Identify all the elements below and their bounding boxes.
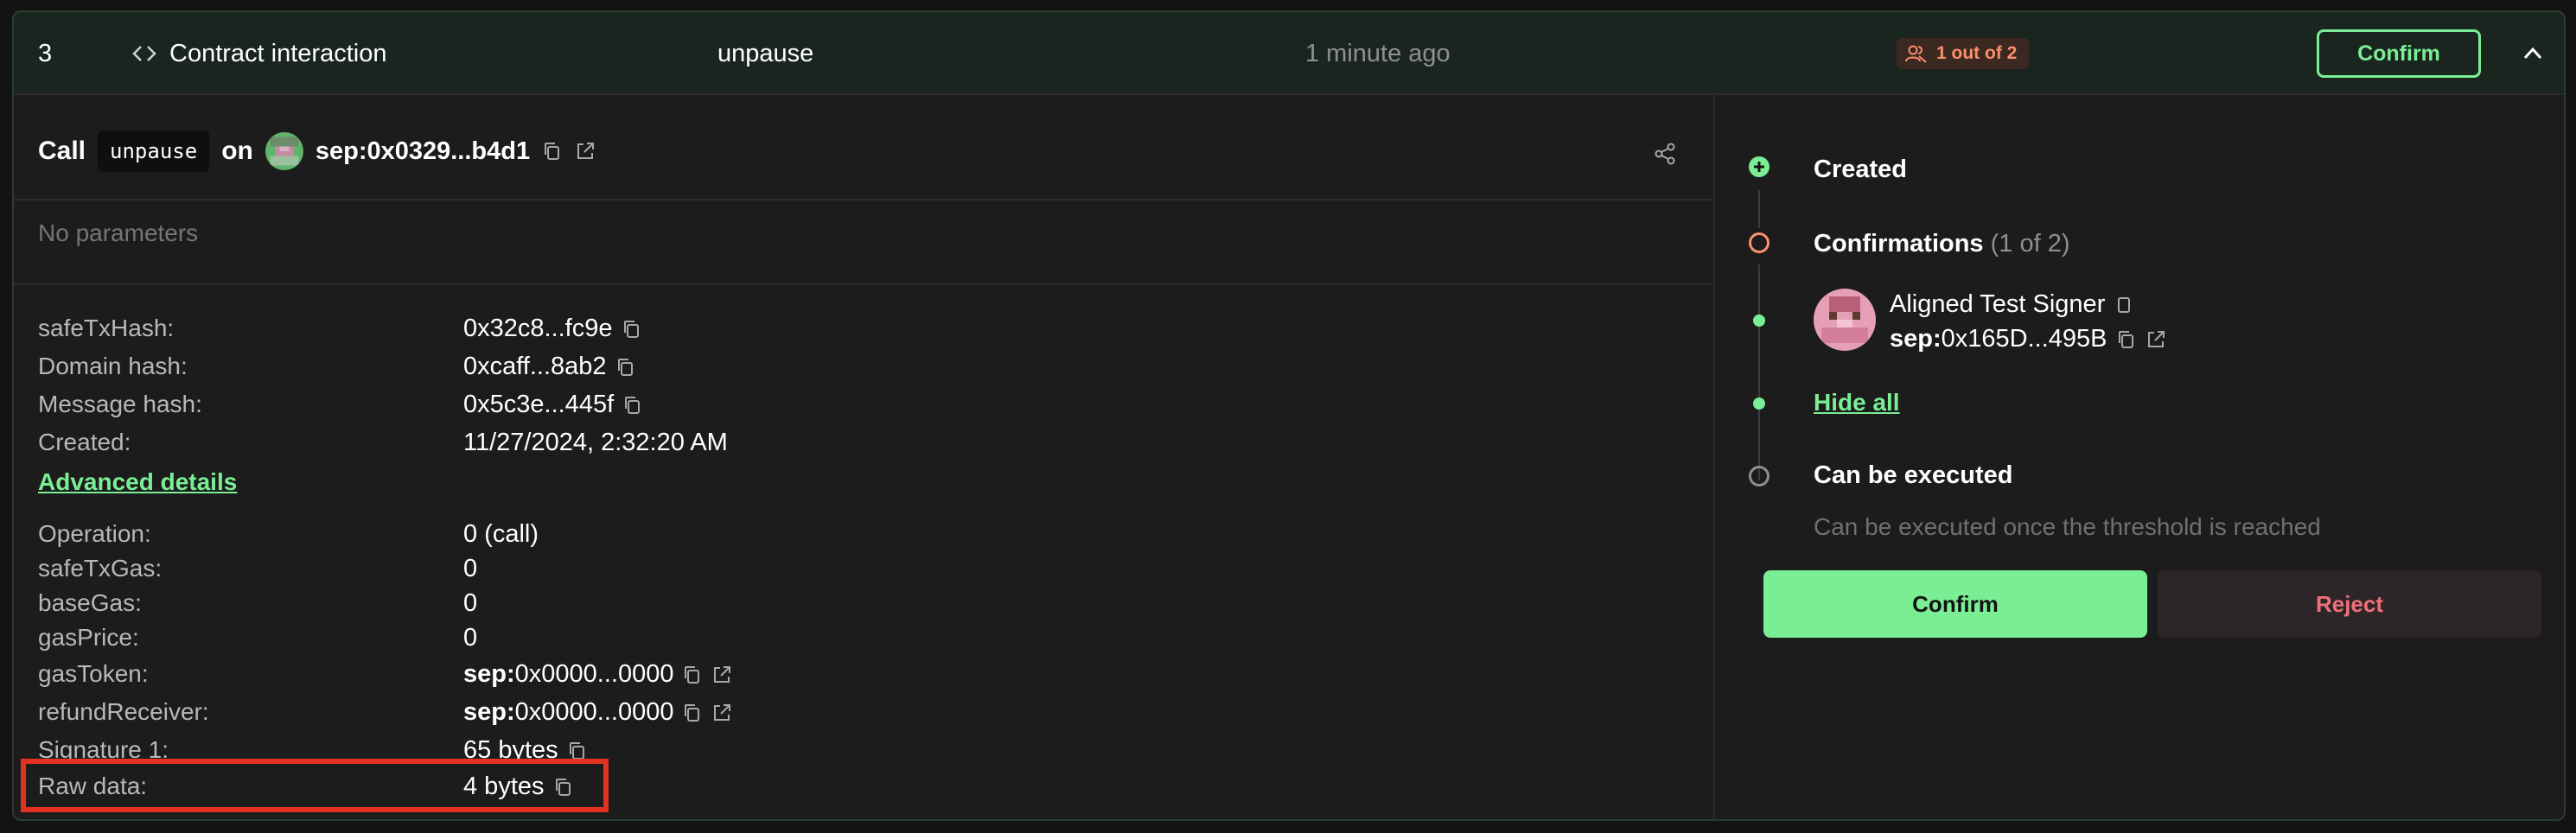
signer-dot-icon bbox=[1753, 315, 1765, 327]
detail-label: refundReceiver: bbox=[38, 698, 209, 725]
share-icon[interactable] bbox=[1653, 142, 1677, 166]
detail-label: Raw data: bbox=[38, 773, 148, 799]
inactive-circle-icon bbox=[1749, 466, 1769, 486]
step-confirmations: Confirmations (1 of 2) bbox=[1814, 230, 2070, 258]
copy-icon[interactable] bbox=[615, 357, 636, 378]
status-timeline: Created Confirmations (1 of 2) Aligned T… bbox=[1715, 95, 2564, 819]
created-value: 11/27/2024, 2:32:20 AM bbox=[463, 429, 728, 456]
copy-icon[interactable] bbox=[567, 741, 588, 761]
contract-avatar bbox=[265, 132, 303, 170]
signer-avatar bbox=[1814, 289, 1876, 351]
safe-tx-hash-value: 0x32c8...fc9e bbox=[463, 315, 642, 343]
badge-label: 1 out of 2 bbox=[1936, 43, 2018, 63]
operation-value: 0 (call) bbox=[463, 520, 539, 548]
timeline-connector bbox=[1758, 264, 1760, 480]
contract-address: sep:0x0329...b4d1 bbox=[315, 137, 531, 165]
copy-icon[interactable] bbox=[682, 703, 703, 723]
copy-icon[interactable] bbox=[682, 664, 703, 685]
method-pill: unpause bbox=[98, 130, 210, 172]
created-check-icon bbox=[1749, 156, 1769, 177]
call-summary: Call unpause on sep:0x0329...b4d1 bbox=[38, 130, 596, 173]
transaction-card: 3 Contract interaction unpause 1 minute … bbox=[12, 10, 2566, 821]
tx-time: 1 minute ago bbox=[1305, 40, 1451, 67]
raw-data-value: 4 bytes bbox=[463, 773, 574, 801]
detail-label: gasToken: bbox=[38, 660, 149, 687]
external-link-icon[interactable] bbox=[575, 141, 596, 162]
code-icon bbox=[132, 46, 156, 61]
copy-icon[interactable] bbox=[542, 141, 563, 162]
call-on: on bbox=[221, 137, 253, 165]
copy-icon[interactable] bbox=[2114, 295, 2134, 315]
refund-receiver-value: sep:0x0000...0000 bbox=[463, 698, 732, 727]
domain-hash-value: 0xcaff...8ab2 bbox=[463, 353, 636, 381]
advanced-details-link[interactable]: Advanced details bbox=[38, 468, 237, 496]
header-confirm-button[interactable]: Confirm bbox=[2317, 29, 2481, 78]
detail-label: Domain hash: bbox=[38, 353, 188, 379]
detail-label: safeTxGas: bbox=[38, 555, 163, 582]
transaction-details: Call unpause on sep:0x0329...b4d1 No par… bbox=[14, 95, 1713, 819]
tx-method: unpause bbox=[717, 40, 814, 67]
pending-circle-icon bbox=[1749, 232, 1769, 253]
detail-label: Created: bbox=[38, 429, 131, 455]
tx-type-label: Contract interaction bbox=[169, 40, 387, 67]
confirm-button[interactable]: Confirm bbox=[1763, 570, 2147, 638]
copy-icon[interactable] bbox=[622, 395, 643, 416]
no-parameters-text: No parameters bbox=[38, 219, 199, 246]
detail-label: Operation: bbox=[38, 520, 151, 547]
copy-icon[interactable] bbox=[553, 777, 574, 798]
step-created: Created bbox=[1814, 156, 1907, 183]
message-hash-value: 0x5c3e...445f bbox=[463, 391, 643, 419]
detail-label: gasPrice: bbox=[38, 624, 139, 651]
copy-icon[interactable] bbox=[2116, 329, 2137, 350]
tx-nonce: 3 bbox=[38, 40, 53, 67]
gas-price-value: 0 bbox=[463, 624, 478, 652]
call-prefix: Call bbox=[38, 137, 86, 165]
external-link-icon[interactable] bbox=[711, 703, 732, 723]
hide-all-link[interactable]: Hide all bbox=[1814, 389, 1900, 416]
external-link-icon[interactable] bbox=[2146, 329, 2166, 350]
signer-address: sep:0x165D...495B bbox=[1890, 325, 2166, 353]
signers-icon bbox=[1905, 45, 1927, 63]
hide-all-dot-icon bbox=[1753, 397, 1765, 410]
divider bbox=[14, 283, 1713, 285]
detail-label: baseGas: bbox=[38, 589, 142, 616]
step-can-be-executed: Can be executed bbox=[1814, 461, 2013, 489]
execution-note: Can be executed once the threshold is re… bbox=[1814, 513, 2321, 540]
base-gas-value: 0 bbox=[463, 589, 478, 617]
gas-token-value: sep:0x0000...0000 bbox=[463, 660, 732, 689]
safe-tx-gas-value: 0 bbox=[463, 555, 478, 582]
external-link-icon[interactable] bbox=[711, 664, 732, 685]
detail-label: Message hash: bbox=[38, 391, 202, 417]
signer-name: Aligned Test Signer bbox=[1890, 290, 2134, 319]
timeline-connector bbox=[1758, 190, 1760, 228]
transaction-summary-row[interactable]: 3 Contract interaction unpause 1 minute … bbox=[14, 12, 2564, 95]
reject-button[interactable]: Reject bbox=[2158, 570, 2541, 638]
divider bbox=[14, 199, 1713, 200]
copy-icon[interactable] bbox=[622, 319, 642, 340]
detail-label: safeTxHash: bbox=[38, 315, 175, 341]
confirmations-badge: 1 out of 2 bbox=[1897, 38, 2030, 69]
chevron-up-icon[interactable] bbox=[2521, 41, 2545, 66]
